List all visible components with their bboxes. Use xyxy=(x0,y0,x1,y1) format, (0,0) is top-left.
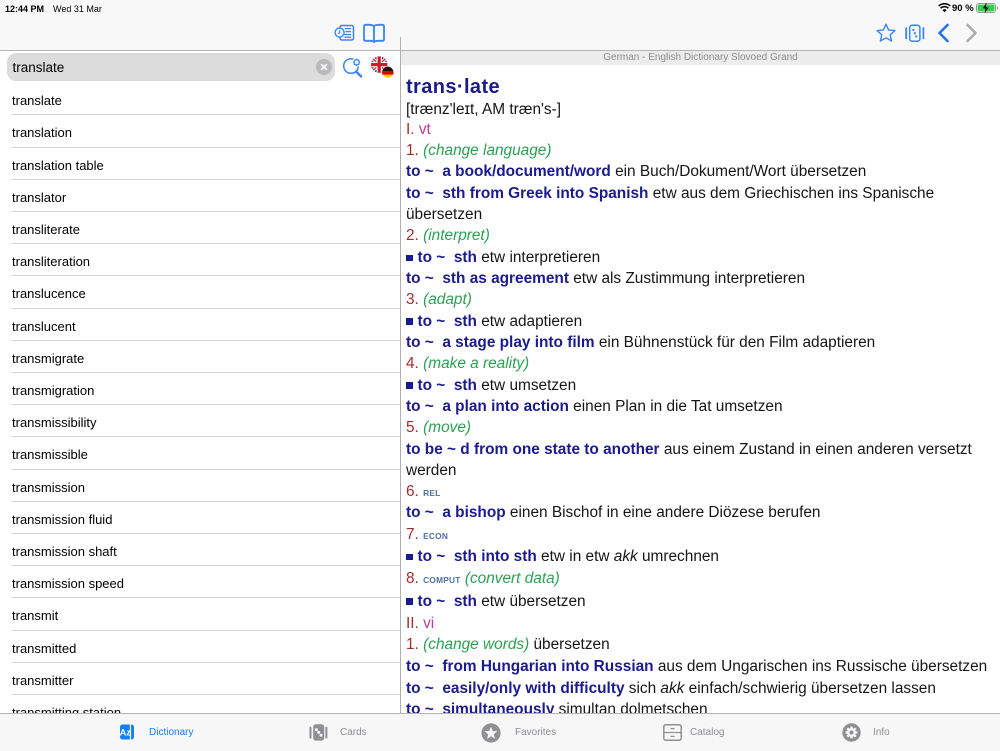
svg-text:Az: Az xyxy=(120,727,131,737)
